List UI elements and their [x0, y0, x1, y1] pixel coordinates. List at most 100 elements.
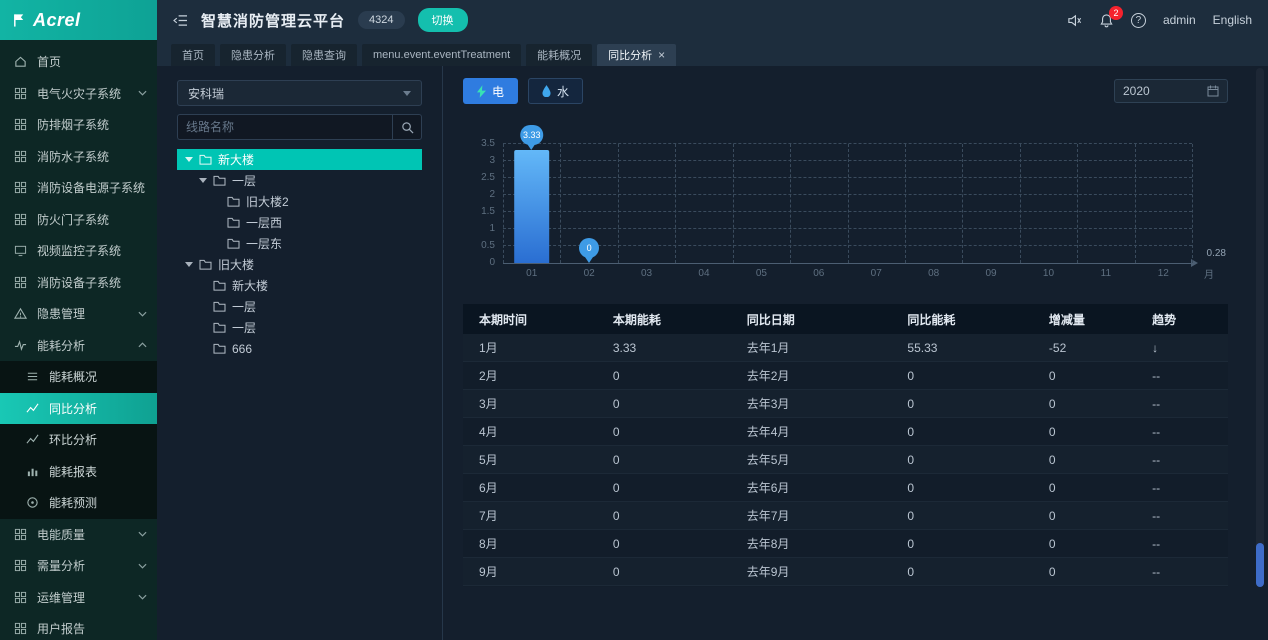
table-cell: 0 [597, 425, 731, 439]
tab-bar: 首页隐患分析隐患查询menu.event.eventTreatment能耗概况同… [157, 40, 1268, 66]
chart-gridline-v [1192, 144, 1193, 263]
chevron-down-icon [138, 563, 147, 569]
sidebar-item-smoke-control[interactable]: 防排烟子系统 [0, 109, 157, 141]
tree-node-label: 新大楼 [232, 277, 268, 294]
sidebar-item-user-report[interactable]: 用户报告 [0, 613, 157, 640]
table-cell: ↓ [1136, 341, 1228, 355]
table-cell: -- [1136, 537, 1228, 551]
sidebar-item-energy-report[interactable]: 能耗报表 [0, 456, 157, 488]
tree-node[interactable]: 旧大楼 [177, 254, 422, 275]
forecast-icon [26, 496, 41, 509]
tab-3[interactable]: 隐患查询 [291, 44, 357, 66]
tree-node[interactable]: 一层 [177, 317, 422, 338]
tree-node-label: 一层西 [246, 214, 282, 231]
table-cell: 8月 [463, 535, 597, 552]
tree-node[interactable]: 新大楼 [177, 149, 422, 170]
search-row [177, 114, 422, 140]
chart-gridline-v [962, 144, 963, 263]
tree-node[interactable]: 666 [177, 338, 422, 359]
folder-icon [199, 154, 212, 165]
tree-node[interactable]: 一层 [177, 170, 422, 191]
sidebar-item-hazard-mgmt[interactable]: 隐患管理 [0, 298, 157, 330]
sidebar-item-demand-analysis[interactable]: 需量分析 [0, 550, 157, 582]
energy-type-toolbar: 电 水 2020 [463, 78, 1228, 104]
sidebar-item-electric-fire[interactable]: 电气火灾子系统 [0, 78, 157, 110]
expander-icon[interactable] [199, 178, 207, 183]
expander-icon[interactable] [185, 262, 193, 267]
analysis-panel: 电 水 2020 [443, 66, 1268, 640]
app-root: Acrel 首页电气火灾子系统防排烟子系统消防水子系统消防设备电源子系统防火门子… [0, 0, 1268, 640]
table-cell: 0 [597, 509, 731, 523]
search-icon[interactable] [392, 114, 422, 140]
switch-button[interactable]: 切换 [418, 8, 468, 32]
tree-node[interactable]: 新大楼 [177, 275, 422, 296]
y-tick-label: 1 [489, 224, 495, 234]
smoke-control-icon [14, 118, 29, 131]
tab-label: 隐患分析 [231, 47, 275, 63]
table-row: 4月0去年4月00-- [463, 418, 1228, 446]
line-search-input[interactable] [177, 114, 392, 140]
sidebar-item-fire-equipment[interactable]: 消防设备子系统 [0, 267, 157, 299]
x-tick-label: 06 [813, 269, 824, 279]
electric-type-label: 电 [492, 83, 504, 100]
sidebar-item-power-quality[interactable]: 电能质量 [0, 519, 157, 551]
tree-node[interactable]: 一层西 [177, 212, 422, 233]
table-cell: 0 [597, 565, 731, 579]
logo: Acrel [0, 0, 157, 40]
tree-node[interactable]: 一层 [177, 296, 422, 317]
power-supply-icon [14, 181, 29, 194]
comparison-table: 本期时间本期能耗同比日期同比能耗增减量趋势 1月3.33去年1月55.33-52… [463, 304, 1228, 587]
table-cell: 2月 [463, 367, 597, 384]
tab-1[interactable]: 首页 [171, 44, 215, 66]
tab-2[interactable]: 隐患分析 [220, 44, 286, 66]
sidebar-item-power-supply[interactable]: 消防设备电源子系统 [0, 172, 157, 204]
tree-node[interactable]: 旧大楼2 [177, 191, 422, 212]
tree-node[interactable]: 一层东 [177, 233, 422, 254]
report-icon [26, 465, 41, 478]
sidebar-item-energy-forecast[interactable]: 能耗预测 [0, 487, 157, 519]
expander-icon[interactable] [185, 157, 193, 162]
scrollbar-thumb[interactable] [1256, 543, 1264, 587]
year-picker[interactable]: 2020 [1114, 79, 1228, 103]
water-drop-icon [542, 85, 551, 97]
tab-6[interactable]: 同比分析× [597, 44, 676, 66]
sidebar-item-mom-analysis[interactable]: 环比分析 [0, 424, 157, 456]
sidebar-item-label: 消防水子系统 [37, 148, 109, 165]
tab-close-icon[interactable]: × [658, 49, 665, 61]
page-title: 智慧消防管理云平台 [201, 10, 345, 31]
sidebar-item-energy-overview[interactable]: 能耗概况 [0, 361, 157, 393]
home-icon [14, 55, 29, 68]
language-switch[interactable]: English [1213, 13, 1252, 27]
table-header-cell: 本期时间 [463, 311, 597, 328]
sidebar-item-label: 防火门子系统 [37, 211, 109, 228]
electric-type-button[interactable]: 电 [463, 78, 518, 104]
sidebar-item-ops-mgmt[interactable]: 运维管理 [0, 582, 157, 614]
sidebar-item-fire-water[interactable]: 消防水子系统 [0, 141, 157, 173]
bell-icon[interactable]: 2 [1099, 13, 1114, 28]
tab-5[interactable]: 能耗概况 [526, 44, 592, 66]
sidebar-item-energy-analysis[interactable]: 能耗分析 [0, 330, 157, 362]
sidebar-item-label: 消防设备电源子系统 [37, 179, 145, 196]
sidebar-item-yoy-analysis[interactable]: 同比分析 [0, 393, 157, 425]
table-cell: 0 [1033, 453, 1136, 467]
chart-gridline-v [618, 144, 619, 263]
sidebar-item-video-monitor[interactable]: 视频监控子系统 [0, 235, 157, 267]
table-header-cell: 同比日期 [731, 311, 892, 328]
x-tick-label: 05 [756, 269, 767, 279]
tab-4[interactable]: menu.event.eventTreatment [362, 44, 521, 66]
username[interactable]: admin [1163, 13, 1196, 27]
year-value: 2020 [1123, 84, 1150, 98]
sound-icon[interactable] [1067, 13, 1082, 28]
table-cell: 0 [891, 481, 1033, 495]
sidebar-item-home[interactable]: 首页 [0, 46, 157, 78]
table-cell: -- [1136, 565, 1228, 579]
project-select[interactable]: 安科瑞 [177, 80, 422, 106]
marker-tail-icon [585, 257, 593, 263]
sidebar-item-fire-door[interactable]: 防火门子系统 [0, 204, 157, 236]
help-icon[interactable]: ? [1131, 13, 1146, 28]
menu-fold-icon[interactable] [173, 14, 188, 27]
sidebar-item-label: 能耗预测 [49, 494, 97, 511]
water-type-button[interactable]: 水 [528, 78, 583, 104]
chart-gridline-v [503, 144, 504, 263]
chart-bar [514, 150, 550, 263]
